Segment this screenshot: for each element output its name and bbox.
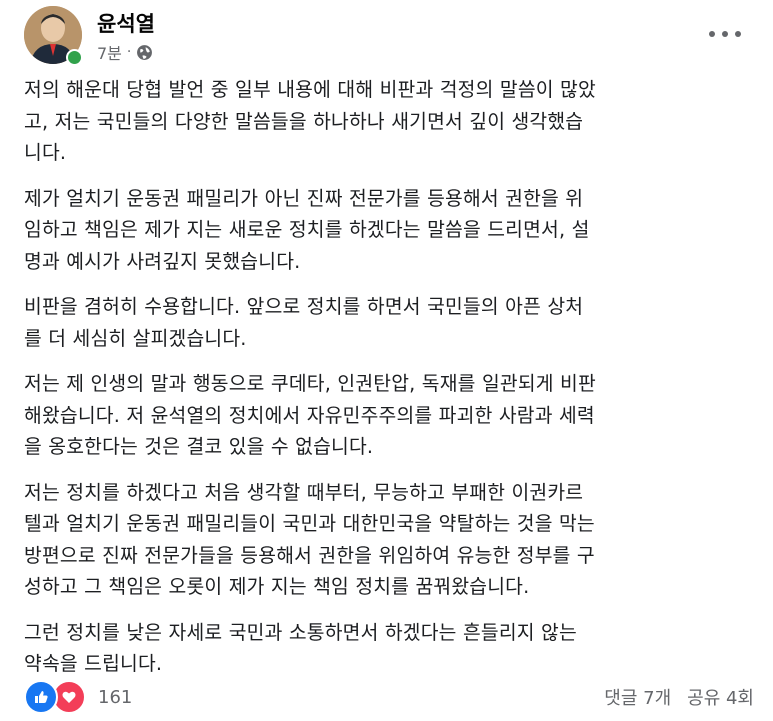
post-paragraph: 저는 정치를 하겠다고 처음 생각할 때부터, 무능하고 부패한 이권카르 텔과… (24, 480, 595, 599)
globe-icon[interactable] (136, 44, 153, 61)
post-paragraph: 비판을 겸허히 수용합니다. 앞으로 정치를 하면서 국민들의 아픈 상처 를 … (24, 295, 584, 350)
comments-count-link[interactable]: 댓글 7개 (604, 684, 671, 710)
more-dot (735, 31, 741, 37)
post-meta: 7분 · (97, 40, 153, 64)
author-name[interactable]: 윤석열 (97, 8, 155, 38)
post-paragraph: 제가 얼치기 운동권 패밀리가 아닌 진짜 전문가를 등용해서 권한을 위 임하… (24, 186, 590, 273)
post-time[interactable]: 7분 (97, 40, 122, 64)
meta-separator: · (126, 44, 132, 60)
online-status-dot (66, 49, 83, 66)
post-body: 저의 해운대 당협 발언 중 일부 내용에 대해 비판과 걱정의 말씀이 많았 … (24, 74, 759, 694)
engagement-stats: 댓글 7개 공유 4회 (604, 684, 754, 710)
more-options-icon[interactable] (709, 24, 741, 44)
shares-count-link[interactable]: 공유 4회 (687, 684, 754, 710)
reactions-summary[interactable]: 161 (24, 680, 132, 714)
more-dot (722, 31, 728, 37)
post-paragraph: 저의 해운대 당협 발언 중 일부 내용에 대해 비판과 걱정의 말씀이 많았 … (24, 78, 596, 164)
post-paragraph: 그런 정치를 낮은 자세로 국민과 소통하면서 하겠다는 흔들리지 않는 약속을… (24, 620, 577, 676)
more-dot (709, 31, 715, 37)
post-header: 윤석열 7분 · (24, 2, 749, 66)
like-icon (24, 680, 58, 714)
post-paragraph: 저는 제 인생의 말과 행동으로 쿠데타, 인권탄압, 독재를 일관되게 비판 … (24, 372, 596, 458)
post-footer: 161 댓글 7개 공유 4회 (24, 680, 754, 716)
reaction-count: 161 (98, 686, 133, 708)
